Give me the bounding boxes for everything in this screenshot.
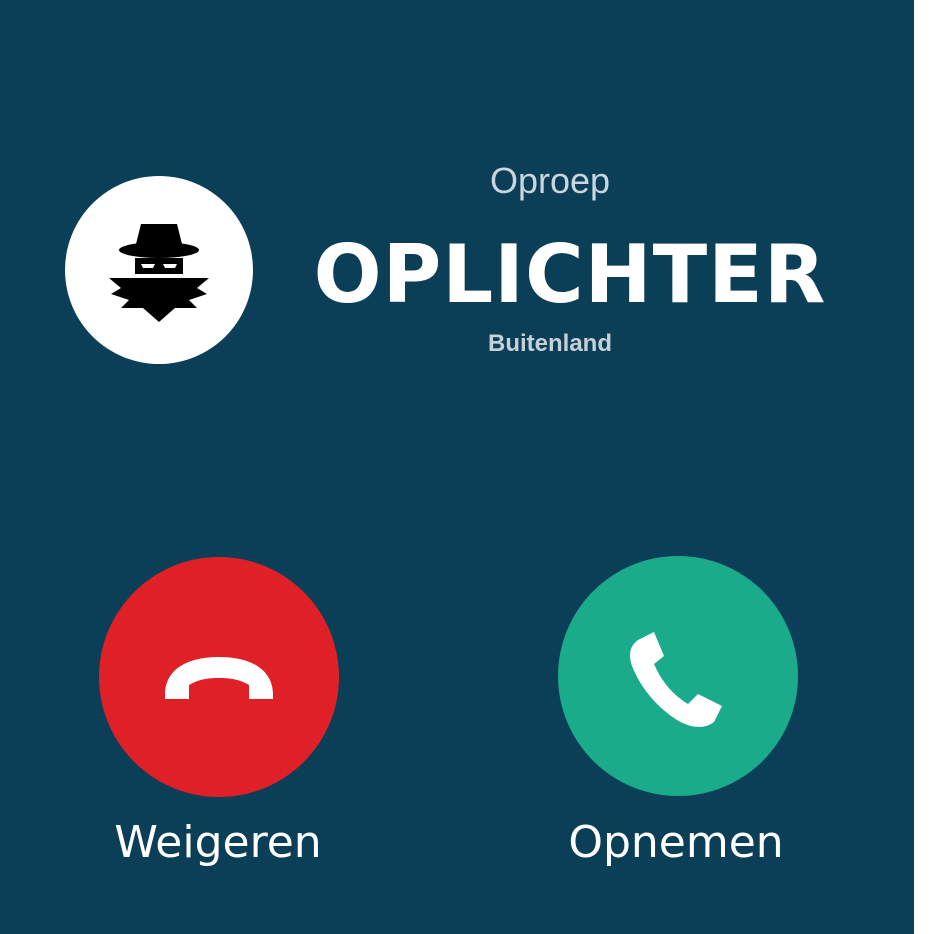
caller-name: OPLICHTER (313, 228, 827, 321)
call-status-label: Oproep (489, 160, 611, 201)
accept-label: Opnemen (568, 817, 784, 868)
incoming-call-screen: Oproep OPLICHTER Buitenland Weigeren Opn… (0, 0, 914, 934)
caller-location: Buitenland (488, 330, 612, 357)
caller-avatar (65, 176, 253, 364)
right-margin (914, 0, 936, 934)
decline-button[interactable] (99, 557, 339, 797)
phone-icon (630, 632, 722, 727)
phone-hangup-icon (165, 657, 273, 699)
spy-icon (109, 224, 209, 322)
accept-button[interactable] (558, 556, 798, 796)
decline-label: Weigeren (114, 817, 322, 868)
